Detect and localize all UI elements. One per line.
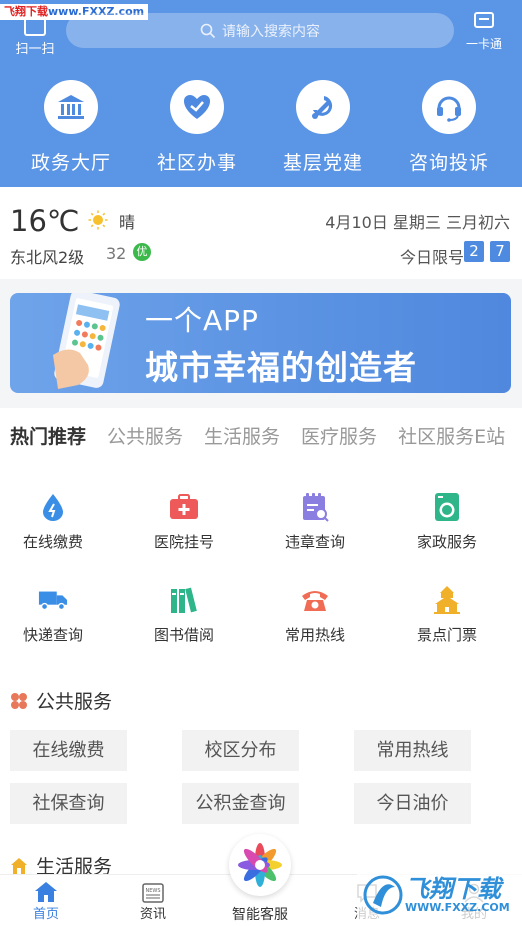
pavilion-icon [432, 585, 462, 615]
watermark-big-text: 飞翔下载 [405, 875, 501, 903]
service-express-query[interactable]: 快递查询 [0, 585, 118, 645]
promo-banner[interactable]: 一个APP 城市幸福的创造者 [10, 293, 511, 393]
tab-estation-label: E站 [474, 426, 506, 448]
header: 飞翔下载www.FXXZ.com 扫一扫 请输入搜索内容 一卡通 政务大厅 社区… [0, 0, 522, 187]
quick-action-label: 咨询投诉 [408, 152, 489, 174]
nav-home[interactable]: 首页 [16, 881, 76, 922]
chip-oil-price[interactable]: 今日油价 [354, 783, 471, 824]
card-icon [474, 12, 494, 28]
home-small-icon [11, 857, 27, 874]
books-icon [169, 585, 199, 615]
quick-action-label: 政务大厅 [30, 152, 111, 174]
watermark-bottom: 飞翔下载 WWW.FXXZ.COM [357, 865, 522, 926]
service-label: 在线缴费 [22, 533, 83, 551]
banner-subheadline: 城市幸福的创造者 [145, 348, 417, 387]
flower-icon [11, 692, 27, 709]
card-button[interactable]: 一卡通 [460, 12, 508, 52]
service-violation-query[interactable]: 违章查询 [250, 492, 380, 552]
scan-button[interactable]: 扫一扫 [12, 20, 58, 57]
nav-label: 首页 [32, 907, 59, 922]
notepad-search-icon [300, 492, 330, 522]
service-hospital-registration[interactable]: 医院挂号 [119, 492, 249, 552]
card-label: 一卡通 [465, 37, 502, 51]
quick-action-consult[interactable]: 咨询投诉 [384, 80, 514, 175]
assistant-label: 智能客服 [232, 907, 288, 923]
service-tickets[interactable]: 景点门票 [382, 585, 512, 645]
service-library[interactable]: 图书借阅 [119, 585, 249, 645]
home-icon [16, 881, 76, 903]
party-emblem-icon [296, 80, 350, 134]
search-placeholder: 请输入搜索内容 [222, 23, 320, 40]
quick-action-label: 社区办事 [156, 152, 237, 174]
wind-text: 东北风2级 [10, 248, 85, 267]
phone-illustration [53, 293, 120, 389]
headset-icon [422, 80, 476, 134]
quick-action-government[interactable]: 政务大厅 [6, 80, 136, 175]
assistant-button[interactable] [229, 834, 291, 896]
section-title-text: 公共服务 [36, 691, 113, 713]
sun-icon [88, 210, 108, 230]
service-label: 常用热线 [284, 626, 345, 644]
service-label: 图书借阅 [153, 626, 214, 644]
search-icon [200, 23, 216, 38]
traffic-limit-label: 今日限号 [399, 248, 464, 267]
service-label: 家政服务 [416, 533, 477, 551]
nav-news[interactable]: NEWS 资讯 [123, 881, 183, 922]
watermark-logo-icon [363, 875, 403, 915]
tab-community-label: 社区服务 [398, 426, 475, 448]
telephone-icon [300, 585, 330, 615]
tab-public[interactable]: 公共服务 [107, 422, 183, 449]
tab-medical[interactable]: 医疗服务 [301, 422, 377, 449]
limit-number: 7 [490, 241, 510, 262]
watermark-text: 飞翔下载 [4, 5, 48, 18]
tab-hot[interactable]: 热门推荐 [10, 422, 86, 449]
service-label: 违章查询 [284, 533, 345, 551]
search-input[interactable]: 请输入搜索内容 [66, 13, 454, 48]
limit-number: 2 [464, 241, 484, 262]
banner-headline: 一个APP [145, 304, 259, 337]
chip-online-payment[interactable]: 在线缴费 [10, 730, 127, 771]
tab-community[interactable]: 社区服务E站 [398, 422, 505, 449]
category-tabs: 热门推荐 公共服务 生活服务 医疗服务 社区服务E站 [10, 422, 522, 462]
weather-condition: 晴 [119, 213, 136, 232]
service-housekeeping[interactable]: 家政服务 [382, 492, 512, 552]
scan-icon [24, 20, 46, 36]
service-online-payment[interactable]: 在线缴费 [0, 492, 118, 552]
public-section-title: 公共服务 [10, 687, 112, 714]
chip-campus[interactable]: 校区分布 [182, 730, 299, 771]
watermark-small-text: WWW.FXXZ.COM [405, 901, 510, 914]
colorful-swirl-icon [238, 843, 282, 887]
water-drop-icon [38, 492, 68, 522]
washing-machine-icon [432, 492, 462, 522]
nav-label: 资讯 [139, 907, 166, 922]
svg-text:NEWS: NEWS [145, 888, 160, 894]
aqi-level-badge: 优 [133, 243, 151, 261]
quick-action-label: 基层党建 [282, 152, 363, 174]
temperature: 16℃ [10, 204, 80, 238]
chip-social-security[interactable]: 社保查询 [10, 783, 127, 824]
service-hotline[interactable]: 常用热线 [250, 585, 380, 645]
chip-housing-fund[interactable]: 公积金查询 [182, 783, 299, 824]
aqi-value: 32 [106, 244, 127, 263]
medical-kit-icon [169, 492, 199, 522]
delivery-truck-icon [38, 585, 68, 615]
heart-hands-icon [170, 80, 224, 134]
service-label: 医院挂号 [153, 533, 214, 551]
government-building-icon [44, 80, 98, 134]
service-label: 快递查询 [22, 626, 83, 644]
weather-panel: 16℃ 晴 4月10日 星期三 三月初六 东北风2级 32 优 今日限号 2 7 [0, 187, 522, 279]
service-label: 景点门票 [416, 626, 477, 644]
news-icon: NEWS [123, 881, 183, 903]
chip-hotline[interactable]: 常用热线 [354, 730, 471, 771]
scan-label: 扫一扫 [15, 42, 55, 57]
quick-action-community[interactable]: 社区办事 [132, 80, 262, 175]
quick-action-party[interactable]: 基层党建 [258, 80, 388, 175]
date-text: 4月10日 星期三 三月初六 [325, 213, 510, 232]
tab-life[interactable]: 生活服务 [204, 422, 280, 449]
